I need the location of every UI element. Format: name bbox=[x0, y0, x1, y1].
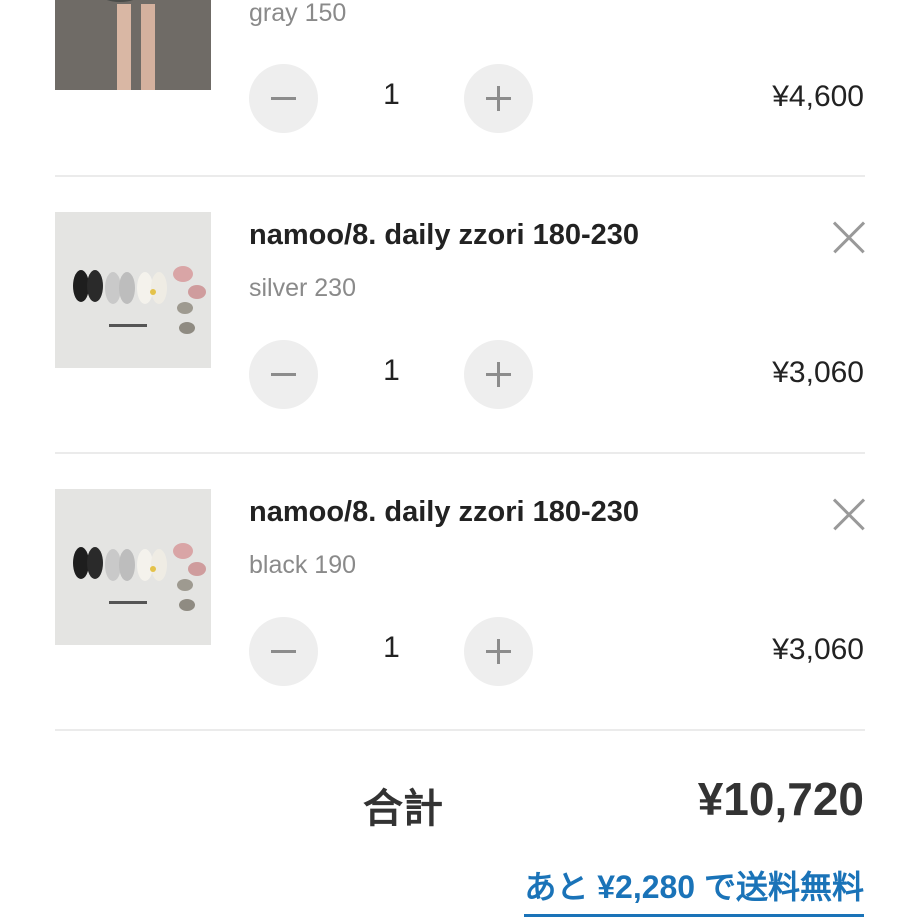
cart-item: namoo/8. daily zzori 180-230 black 190 1… bbox=[0, 452, 920, 729]
item-price: ¥3,060 bbox=[772, 356, 864, 389]
item-name[interactable]: namoo/8. daily zzori 180-230 bbox=[249, 219, 639, 252]
quantity-stepper: 1 bbox=[249, 340, 534, 409]
product-thumbnail[interactable] bbox=[55, 489, 211, 645]
decrease-quantity-button[interactable] bbox=[249, 340, 318, 409]
item-variant: gray 150 bbox=[249, 0, 347, 27]
close-icon[interactable] bbox=[832, 498, 866, 532]
quantity-stepper: 1 bbox=[249, 617, 534, 686]
product-thumbnail[interactable] bbox=[55, 212, 211, 368]
minus-icon bbox=[271, 650, 296, 653]
increase-quantity-button[interactable] bbox=[464, 617, 533, 686]
cart-item: namoo/8. daily zzori 180-230 silver 230 … bbox=[0, 175, 920, 452]
quantity-stepper: 1 bbox=[249, 64, 534, 133]
item-variant: silver 230 bbox=[249, 274, 356, 302]
item-variant: black 190 bbox=[249, 551, 357, 579]
quantity-value: 1 bbox=[383, 631, 400, 664]
product-thumbnail[interactable] bbox=[55, 0, 211, 90]
item-name[interactable]: namoo/8. daily zzori 180-230 bbox=[249, 496, 639, 529]
quantity-value: 1 bbox=[383, 78, 400, 111]
decrease-quantity-button[interactable] bbox=[249, 64, 318, 133]
increase-quantity-button[interactable] bbox=[464, 64, 533, 133]
item-price: ¥3,060 bbox=[772, 633, 864, 666]
item-price: ¥4,600 bbox=[772, 80, 864, 113]
free-shipping-link[interactable]: あと ¥2,280 で送料無料 bbox=[524, 862, 864, 917]
minus-icon bbox=[271, 97, 296, 100]
total-value: ¥10,720 bbox=[697, 773, 864, 825]
minus-icon bbox=[271, 373, 296, 376]
quantity-value: 1 bbox=[383, 354, 400, 387]
item-divider bbox=[55, 729, 865, 731]
decrease-quantity-button[interactable] bbox=[249, 617, 318, 686]
cart-item: gray 150 1 ¥4,600 bbox=[0, 0, 920, 133]
total-label: 合計 bbox=[363, 787, 443, 831]
increase-quantity-button[interactable] bbox=[464, 340, 533, 409]
close-icon[interactable] bbox=[832, 221, 866, 255]
